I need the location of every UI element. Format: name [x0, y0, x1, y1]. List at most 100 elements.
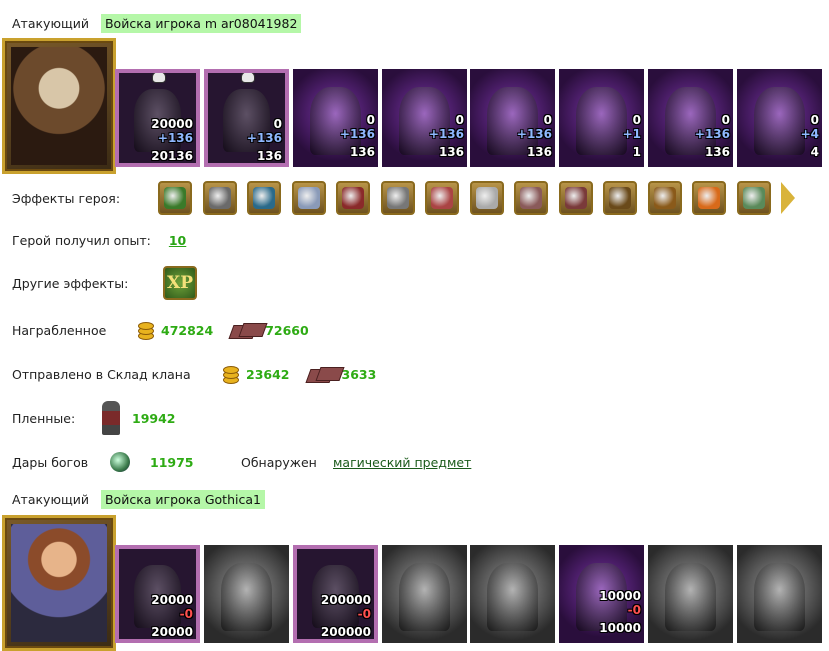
found-label: Обнаружен — [241, 454, 317, 470]
role-label: Атакующий — [12, 492, 89, 507]
unit-card[interactable]: 0 +136 136 — [204, 69, 289, 167]
army-name-tag[interactable]: Войска игрока Gothica1 — [100, 490, 265, 509]
unit-count-n1: 0 — [721, 113, 730, 127]
hero-portrait[interactable] — [2, 515, 116, 651]
gem-icon[interactable] — [247, 181, 281, 215]
unit-portrait — [399, 562, 450, 632]
boot-icon[interactable] — [603, 181, 637, 215]
skull-icon — [240, 73, 255, 83]
unit-card[interactable] — [648, 545, 733, 643]
other-effects-label: Другие эффекты: — [12, 275, 129, 291]
unit-card[interactable]: 10000 -0 10000 — [559, 545, 644, 643]
ring-icon[interactable] — [425, 181, 459, 215]
chain-icon[interactable] — [469, 181, 504, 215]
gifts-row: Дары богов 11975 Обнаружен магический пр… — [12, 452, 471, 472]
clan-storage-label: Отправлено в Склад клана — [12, 366, 191, 382]
unit-count-n3: 10000 — [599, 621, 641, 635]
clan-storage-row: Отправлено в Склад клана 23642 3633 — [12, 362, 376, 386]
prisoners-value: 19942 — [132, 410, 176, 426]
unit-count-n1: 20000 — [151, 593, 193, 607]
unit-count-n1: 0 — [810, 113, 819, 127]
unit-count-n3: 200000 — [320, 625, 371, 639]
unit-count-n3: 1 — [632, 145, 641, 159]
experience-row: Герой получил опыт: 10 — [12, 233, 186, 248]
unit-card[interactable]: 20000 +136 20136 — [115, 69, 200, 167]
scroll-right-arrow-icon[interactable] — [781, 182, 795, 214]
shield-icon[interactable] — [692, 181, 726, 215]
unit-portrait — [754, 86, 805, 156]
unit-card[interactable]: 0 +1 1 — [559, 69, 644, 167]
gem-icon — [110, 452, 130, 472]
hero-portrait[interactable] — [2, 38, 116, 174]
unit-count-n1: 10000 — [599, 589, 641, 603]
unit-portrait — [221, 562, 272, 632]
unit-card[interactable] — [470, 545, 555, 643]
heart-helmet-icon[interactable] — [736, 181, 771, 215]
wand-icon[interactable] — [514, 181, 548, 215]
unit-count-n2: -0 — [357, 607, 371, 621]
unit-card[interactable]: 20000 -0 20000 — [115, 545, 200, 643]
gifts-value: 11975 — [150, 454, 194, 470]
loot-label: Награбленное — [12, 322, 107, 338]
unit-card[interactable] — [737, 545, 822, 643]
unit-portrait — [576, 86, 627, 156]
xp-icon[interactable]: XP — [163, 266, 197, 300]
chest-icon[interactable] — [647, 181, 682, 215]
unit-card[interactable]: 0 +136 136 — [648, 69, 733, 167]
unit-count-n3: 136 — [256, 149, 282, 163]
unit-portrait — [487, 562, 538, 632]
army-name-tag[interactable]: Войска игрока m ar08041982 — [100, 14, 302, 33]
unit-card[interactable]: 0 +136 136 — [293, 69, 378, 167]
unit-count-n2: -0 — [627, 603, 641, 617]
unit-count-n1: 0 — [273, 117, 282, 131]
unit-count-n1: 0 — [543, 113, 552, 127]
unit-count-n3: 20136 — [151, 149, 193, 163]
unit-count-n2: +136 — [516, 127, 552, 141]
experience-value[interactable]: 10 — [169, 233, 186, 248]
gold-icon — [220, 362, 240, 386]
magic-item-link[interactable]: магический предмет — [333, 455, 471, 470]
unit-count-n1: 200000 — [320, 593, 371, 607]
unit-count-n2: -0 — [179, 607, 193, 621]
unit-card[interactable] — [382, 545, 467, 643]
helmet-icon[interactable] — [158, 181, 192, 215]
scroll-icon[interactable] — [336, 181, 370, 215]
prisoners-label: Пленные: — [12, 410, 76, 426]
hero-effects-label: Эффекты героя: — [12, 190, 121, 206]
unit-count-n3: 136 — [438, 145, 464, 159]
other-effects-row: Другие эффекты: XP — [12, 266, 197, 300]
unit-count-n3: 136 — [704, 145, 730, 159]
unit-count-n2: +1 — [622, 127, 641, 141]
unit-count-n2: +136 — [157, 131, 193, 145]
unit-count-n3: 4 — [810, 145, 819, 159]
unit-count-n3: 136 — [349, 145, 375, 159]
unit-count-n2: +4 — [800, 127, 819, 141]
unit-count-n1: 0 — [366, 113, 375, 127]
unit-card[interactable]: 0 +136 136 — [382, 69, 467, 167]
clan-gold-value: 23642 — [246, 366, 290, 382]
unit-count-n2: +136 — [428, 127, 464, 141]
armor-icon[interactable] — [202, 181, 237, 215]
amulet-icon[interactable] — [558, 181, 593, 215]
unit-card[interactable] — [204, 545, 289, 643]
unit-count-n1: 20000 — [151, 117, 193, 131]
loot-ore-value: 72660 — [265, 322, 309, 338]
coil-icon[interactable] — [380, 181, 415, 215]
gauntlet-icon[interactable] — [291, 181, 326, 215]
skull-icon — [151, 73, 166, 83]
clan-ore-value: 3633 — [341, 366, 377, 382]
unit-count-n3: 136 — [526, 145, 552, 159]
unit-count-n3: 20000 — [151, 625, 193, 639]
unit-card[interactable]: 200000 -0 200000 — [293, 545, 378, 643]
unit-card[interactable]: 0 +4 4 — [737, 69, 822, 167]
hero-effects-row: Эффекты героя: — [12, 181, 795, 215]
unit-card[interactable]: 0 +136 136 — [470, 69, 555, 167]
unit-count-n1: 0 — [632, 113, 641, 127]
gold-icon — [135, 318, 155, 342]
unit-count-n2: +136 — [246, 131, 282, 145]
prisoner-icon — [102, 401, 120, 435]
loot-gold-value: 472824 — [161, 322, 214, 338]
loot-row: Награбленное 472824 72660 — [12, 318, 309, 342]
experience-label: Герой получил опыт: — [12, 233, 151, 248]
unit-count-n2: +136 — [339, 127, 375, 141]
